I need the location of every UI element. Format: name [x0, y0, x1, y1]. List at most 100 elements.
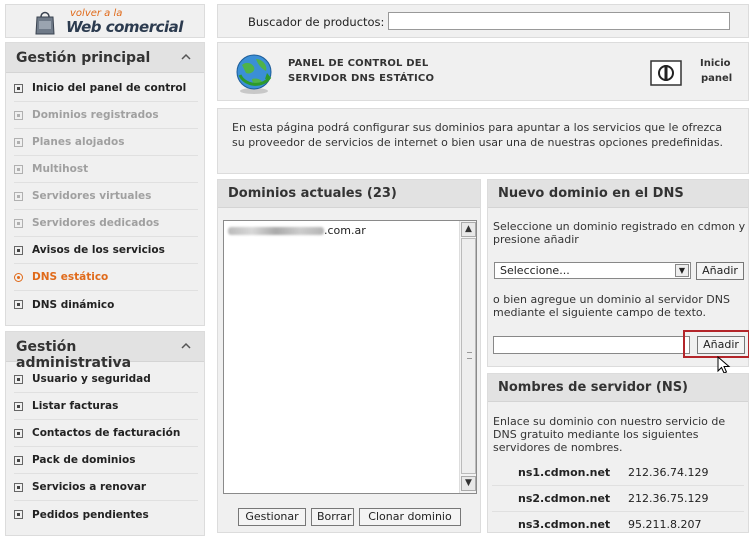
new-domain-panel: Nuevo dominio en el DNS Seleccione un do…: [487, 179, 749, 367]
domains-listbox[interactable]: .com.ar ▲ ▼: [223, 220, 477, 494]
bullet-icon: [14, 428, 23, 438]
shopping-bag-icon: [35, 11, 55, 35]
domain-suffix: .com.ar: [324, 224, 366, 237]
current-domains-title: Dominios actuales (23): [218, 180, 480, 208]
sidebar-item-label: Usuario y seguridad: [32, 373, 151, 385]
grip-icon: [467, 352, 472, 359]
nameserver-ip: 212.36.75.129: [628, 492, 709, 505]
nameservers-panel: Nombres de servidor (NS) Enlace su domin…: [487, 373, 749, 533]
bullet-icon: [14, 164, 23, 174]
nameserver-row: ns2.cdmon.net 212.36.75.129: [492, 486, 744, 512]
select-value: Seleccione...: [500, 264, 570, 277]
scrollbar-thumb[interactable]: [461, 238, 476, 474]
bullet-icon: [14, 218, 23, 228]
add-typed-domain-button[interactable]: Añadir: [697, 336, 745, 354]
scroll-up-icon[interactable]: ▲: [461, 222, 476, 237]
sidebar-item-label: Avisos de los servicios: [32, 244, 165, 256]
bullet-icon: [14, 401, 23, 411]
sidebar-item-dominios: Dominios registrados: [14, 102, 198, 129]
sidebar-item-label: DNS estático: [32, 271, 109, 283]
bullet-icon: [14, 482, 23, 492]
chevron-up-icon[interactable]: [180, 340, 192, 352]
bullet-icon: [14, 83, 23, 93]
search-input[interactable]: [388, 12, 730, 30]
sidebar-item-label: Pedidos pendientes: [32, 508, 149, 521]
section-header-admin[interactable]: Gestión administrativa: [6, 332, 204, 371]
section-title: Gestión administrativa: [16, 339, 132, 371]
sidebar-item-dns-dinamico[interactable]: DNS dinámico: [14, 291, 198, 318]
nameservers-description: Enlace su dominio con nuestro servicio d…: [493, 415, 726, 454]
bullet-icon: [14, 300, 23, 309]
list-item[interactable]: .com.ar: [228, 224, 366, 237]
domain-select[interactable]: Seleccione... ▼: [494, 262, 691, 279]
sidebar-item-inicio[interactable]: Inicio del panel de control: [14, 75, 198, 102]
nameserver-ip: 95.211.8.207: [628, 518, 702, 531]
bullet-icon: [14, 510, 23, 519]
sidebar-item-avisos[interactable]: Avisos de los servicios: [14, 237, 198, 264]
info-text: En esta página podrá configurar sus domi…: [217, 108, 749, 174]
page-header: PANEL DE CONTROL DEL SERVIDOR DNS ESTÁTI…: [217, 42, 749, 101]
sidebar-item-pack[interactable]: Pack de dominios: [14, 447, 198, 474]
home-panel-label2[interactable]: panel: [701, 73, 732, 84]
section-header-main[interactable]: Gestión principal: [6, 43, 204, 73]
home-panel-label1[interactable]: Inicio: [700, 58, 731, 69]
sidebar-item-contactos[interactable]: Contactos de facturación: [14, 420, 198, 447]
nameserver-row: ns3.cdmon.net 95.211.8.207: [492, 512, 744, 536]
nameserver-name: ns1.cdmon.net: [518, 466, 611, 479]
sidebar-item-label: Inicio del panel de control: [32, 82, 187, 94]
manage-button[interactable]: Gestionar: [238, 508, 306, 526]
nameserver-name: ns2.cdmon.net: [518, 492, 611, 505]
sidebar-item-label: Listar facturas: [32, 400, 119, 412]
redacted-domain-name: [228, 227, 324, 235]
sidebar-item-label: Dominios registrados: [32, 109, 159, 121]
search-label: Buscador de productos:: [248, 15, 385, 29]
sidebar-item-multihost: Multihost: [14, 156, 198, 183]
sidebar-item-label: Planes alojados: [32, 136, 125, 148]
bullet-active-icon: [14, 272, 23, 282]
sidebar-item-label: Contactos de facturación: [32, 427, 181, 439]
sidebar-item-dedicados: Servidores dedicados: [14, 210, 198, 237]
add-selected-button[interactable]: Añadir: [696, 262, 744, 280]
bullet-icon: [14, 137, 23, 147]
sidebar-item-label: Servicios a renovar: [32, 481, 147, 493]
section-title: Gestión principal: [16, 50, 151, 66]
sidebar-section-admin: Gestión administrativa Usuario y segurid…: [5, 331, 205, 536]
select-instructions: Seleccione un dominio registrado en cdmo…: [493, 220, 746, 246]
sidebar-item-label: Servidores dedicados: [32, 217, 160, 229]
page-title-line2: SERVIDOR DNS ESTÁTICO: [288, 73, 435, 84]
sidebar-item-facturas[interactable]: Listar facturas: [14, 393, 198, 420]
logo-line2: Web comercial: [66, 18, 183, 36]
new-domain-input[interactable]: [493, 336, 690, 354]
sidebar-item-renovar[interactable]: Servicios a renovar: [14, 474, 198, 501]
bullet-icon: [14, 455, 23, 465]
bullet-icon: [14, 191, 23, 201]
sidebar-item-pedidos[interactable]: Pedidos pendientes: [14, 501, 198, 528]
current-domains-panel: Dominios actuales (23) .com.ar ▲ ▼ Gesti…: [217, 179, 481, 533]
bullet-icon: [14, 374, 23, 384]
product-search-bar: Buscador de productos:: [217, 4, 749, 38]
new-domain-title: Nuevo dominio en el DNS: [488, 180, 748, 208]
sidebar-item-label: Pack de dominios: [32, 454, 136, 466]
sidebar-item-dns-estatico[interactable]: DNS estático: [14, 264, 198, 291]
control-panel-icon[interactable]: [650, 59, 682, 87]
sidebar-item-label: DNS dinámico: [32, 298, 115, 311]
sidebar-item-planes: Planes alojados: [14, 129, 198, 156]
text-field-instructions: o bien agregue un dominio al servidor DN…: [493, 293, 730, 319]
sidebar-item-virtuales: Servidores virtuales: [14, 183, 198, 210]
nameserver-row: ns1.cdmon.net 212.36.74.129: [492, 460, 744, 486]
sidebar-item-label: Multihost: [32, 163, 89, 175]
clone-domain-button[interactable]: Clonar dominio: [359, 508, 461, 526]
sidebar-item-label: Servidores virtuales: [32, 190, 152, 202]
nameserver-ip: 212.36.74.129: [628, 466, 709, 479]
scroll-down-icon[interactable]: ▼: [461, 476, 476, 491]
delete-button[interactable]: Borrar: [311, 508, 354, 526]
bullet-icon: [14, 245, 23, 255]
sidebar-section-main: Gestión principal Inicio del panel de co…: [5, 42, 205, 326]
chevron-up-icon[interactable]: [180, 51, 192, 63]
chevron-down-icon[interactable]: ▼: [675, 264, 689, 277]
scrollbar[interactable]: ▲ ▼: [459, 221, 476, 493]
logo-back-to-web[interactable]: volver a la Web comercial: [5, 4, 205, 38]
page-title-line1: PANEL DE CONTROL DEL: [288, 58, 429, 69]
nameservers-title: Nombres de servidor (NS): [488, 374, 748, 402]
mouse-pointer-icon: [717, 356, 731, 374]
